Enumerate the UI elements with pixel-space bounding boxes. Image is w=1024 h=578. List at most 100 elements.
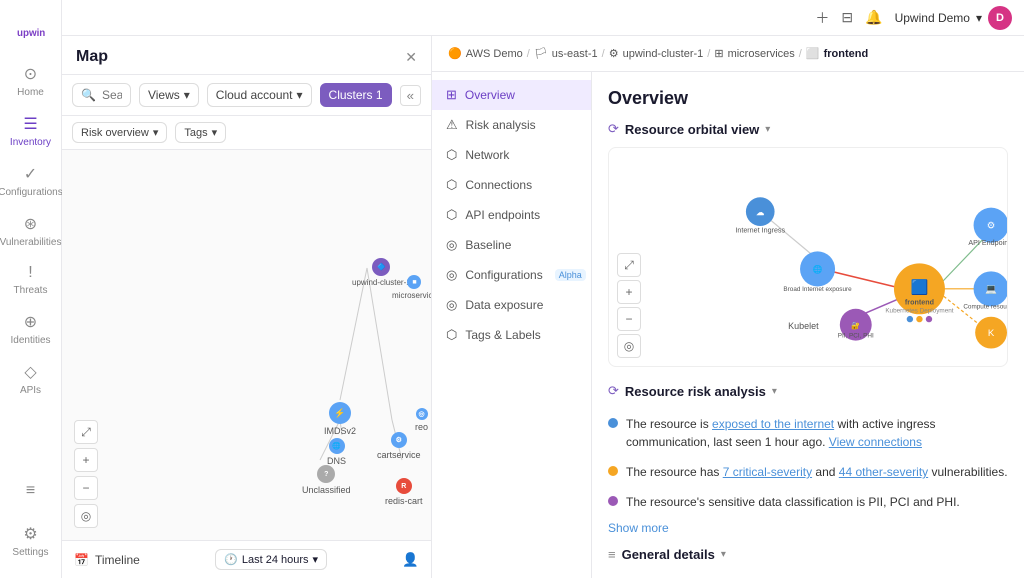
nav-item-network[interactable]: ⬡ Network	[432, 140, 591, 170]
orbital-zoom-in-button[interactable]: +	[617, 280, 641, 304]
map-canvas[interactable]: 🔷 upwind-cluster-1 ■ microservice ⚡ IMDS…	[62, 150, 431, 540]
zoom-out-button[interactable]: −	[74, 476, 98, 500]
breadcrumb-aws[interactable]: AWS Demo	[466, 48, 523, 60]
risk-section-header[interactable]: ⟳ Resource risk analysis ▾	[608, 383, 1008, 399]
orbital-svg: ☁ Internet Ingress 🌐 Broad Internet expo…	[609, 148, 1007, 366]
risk-item-text: The resource's sensitive data classifica…	[626, 493, 960, 511]
sidebar-item-menu[interactable]: ≡	[8, 474, 52, 508]
overview-icon: ⊞	[446, 87, 457, 103]
map-header: Map ✕	[62, 36, 431, 75]
collapse-button[interactable]: «	[400, 85, 421, 106]
breadcrumb-cluster[interactable]: upwind-cluster-1	[623, 48, 704, 60]
other-severity-link[interactable]: 44 other-severity	[839, 465, 928, 479]
sidebar-bottom: ≡ ⚙ Settings	[8, 474, 52, 578]
sidebar-item-threats[interactable]: ! Threats	[0, 256, 61, 304]
layout-button[interactable]: ⊟	[841, 9, 853, 26]
map-node-redis[interactable]: R redis-cart	[385, 478, 423, 506]
risk-dot-blue	[608, 418, 618, 428]
map-node-dns[interactable]: 🌐 DNS	[327, 438, 346, 466]
map-node-imdsv2[interactable]: ⚡ IMDSv2	[324, 402, 356, 436]
breadcrumb-microservices[interactable]: microservices	[728, 48, 795, 60]
nav-item-baseline[interactable]: ◎ Baseline	[432, 230, 591, 260]
sidebar-item-vulnerabilities[interactable]: ⊛ Vulnerabilities	[0, 206, 61, 256]
baseline-icon: ◎	[446, 237, 457, 253]
svg-text:☁: ☁	[756, 208, 764, 217]
svg-text:frontend: frontend	[905, 299, 934, 307]
nav-item-connections[interactable]: ⬡ Connections	[432, 170, 591, 200]
view-connections-link[interactable]: View connections	[829, 435, 922, 449]
kubelet-label: Kubelet	[788, 321, 819, 331]
risk-section-icon: ⟳	[608, 383, 619, 399]
user-label: Upwind Demo	[895, 11, 970, 25]
nav-label: Network	[465, 148, 509, 162]
map-node-unclassified[interactable]: ? Unclassified	[302, 465, 351, 495]
orbital-section-header[interactable]: ⟳ Resource orbital view ▾	[608, 121, 1008, 137]
nav-item-risk-analysis[interactable]: ⚠ Risk analysis	[432, 110, 591, 140]
chevron-down-icon: ▾	[721, 549, 726, 560]
sidebar-item-inventory[interactable]: ☰ Inventory	[0, 106, 61, 156]
notification-button[interactable]: 🔔	[865, 9, 882, 26]
tags-label: Tags	[184, 127, 207, 139]
sidebar-item-label: APIs	[20, 385, 41, 396]
zoom-in-button[interactable]: +	[74, 448, 98, 472]
settings-icon: ⚙	[23, 524, 37, 544]
orbital-target-button[interactable]: ◎	[617, 334, 641, 358]
cloud-account-button[interactable]: Cloud account ▾	[207, 83, 312, 107]
calendar-icon: 📅	[74, 553, 89, 567]
sidebar-item-label: Vulnerabilities	[0, 237, 61, 248]
api-endpoints-icon: ⬡	[446, 207, 457, 223]
nav-item-data-exposure[interactable]: ◎ Data exposure	[432, 290, 591, 320]
svg-text:Internet Ingress: Internet Ingress	[735, 226, 785, 234]
detail-row-name: Name frontend	[608, 572, 1008, 578]
side-nav: ⊞ Overview ⚠ Risk analysis ⬡ Network ⬡	[432, 72, 592, 578]
breadcrumb: 🟠 AWS Demo / 🏳 us-east-1 / ⚙ upwind-clus…	[432, 36, 1024, 72]
right-area: 🟠 AWS Demo / 🏳 us-east-1 / ⚙ upwind-clus…	[432, 36, 1024, 578]
clusters-button[interactable]: Clusters 1	[320, 83, 392, 107]
right-body: ⊞ Overview ⚠ Risk analysis ⬡ Network ⬡	[432, 72, 1024, 578]
inventory-icon: ☰	[23, 114, 37, 134]
breadcrumb-frontend[interactable]: frontend	[824, 48, 869, 60]
sidebar-item-identities[interactable]: ⊕ Identities	[0, 304, 61, 354]
map-node-reo[interactable]: ◎ reo	[415, 408, 428, 432]
tags-icon: ⬡	[446, 327, 457, 343]
show-more-button[interactable]: Show more	[608, 521, 1008, 535]
exposed-internet-link[interactable]: exposed to the internet	[712, 417, 834, 431]
expand-button[interactable]: ⤢	[74, 420, 98, 444]
map-node-cartservice[interactable]: ⚙ cartservice	[377, 432, 421, 460]
map-node-microservice[interactable]: ■ microservice	[392, 275, 431, 300]
general-section-header[interactable]: ≡ General details ▾	[608, 547, 1008, 562]
search-icon: 🔍	[81, 88, 96, 102]
orbital-expand-button[interactable]: ⤢	[617, 253, 641, 277]
network-icon: ⬡	[446, 147, 457, 163]
nav-label: Connections	[465, 178, 532, 192]
breadcrumb-region[interactable]: us-east-1	[552, 48, 598, 60]
sidebar-item-configurations[interactable]: ✓ Configurations	[0, 156, 61, 206]
orbital-zoom-out-button[interactable]: −	[617, 307, 641, 331]
map-title: Map	[76, 48, 108, 66]
sidebar-item-settings[interactable]: ⚙ Settings	[8, 516, 52, 566]
threats-icon: !	[28, 264, 32, 282]
flag-icon: 🏳	[534, 47, 548, 60]
aws-icon: 🟠	[448, 47, 462, 60]
nav-item-api-endpoints[interactable]: ⬡ API endpoints	[432, 200, 591, 230]
map-close-button[interactable]: ✕	[405, 49, 417, 66]
sidebar-item-apis[interactable]: ◇ APIs	[0, 354, 61, 404]
sidebar-item-home[interactable]: ⊙ Home	[0, 56, 61, 106]
chevron-down-icon: ▾	[772, 386, 777, 397]
search-input[interactable]	[102, 88, 122, 102]
search-box[interactable]: 🔍	[72, 83, 131, 107]
nav-item-overview[interactable]: ⊞ Overview	[432, 80, 591, 110]
target-button[interactable]: ◎	[74, 504, 98, 528]
risk-overview-filter[interactable]: Risk overview ▾	[72, 122, 167, 143]
time-filter[interactable]: 🕐 Last 24 hours ▾	[215, 549, 327, 570]
add-button[interactable]: ＋	[815, 8, 829, 28]
user-avatar: D	[988, 6, 1012, 30]
nav-item-tags[interactable]: ⬡ Tags & Labels	[432, 320, 591, 350]
tags-filter[interactable]: Tags ▾	[175, 122, 226, 143]
critical-severity-link[interactable]: 7 critical-severity	[723, 465, 812, 479]
nav-item-configurations[interactable]: ◎ Configurations Alpha	[432, 260, 591, 290]
user-menu[interactable]: Upwind Demo ▾ D	[895, 6, 1012, 30]
views-button[interactable]: Views ▾	[139, 83, 199, 107]
svg-text:PII, PCI, PHI: PII, PCI, PHI	[838, 332, 874, 339]
person-icon[interactable]: 👤	[402, 552, 419, 568]
